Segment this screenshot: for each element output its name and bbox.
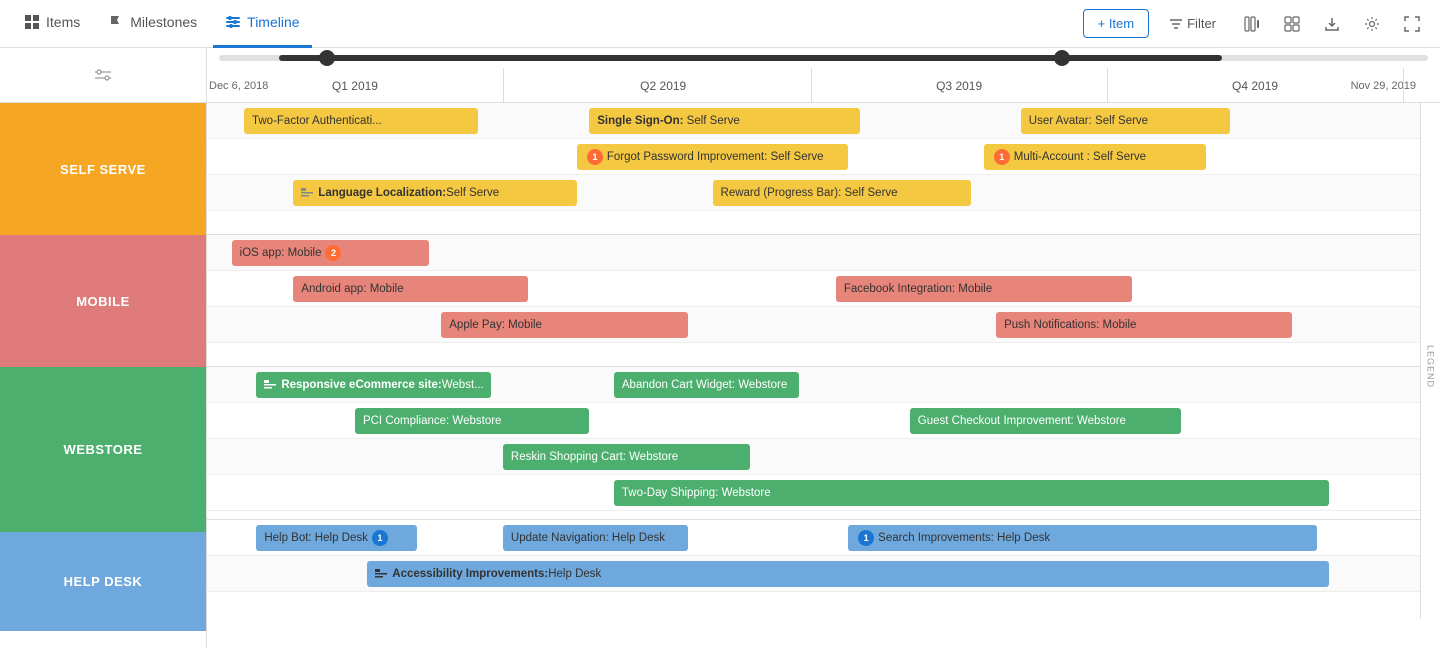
bar-reward-progress[interactable]: Reward (Progress Bar): Self Serve xyxy=(713,180,972,206)
scroll-track xyxy=(219,55,1428,61)
mobile-spacer xyxy=(207,343,1440,367)
q4-divider xyxy=(1403,68,1404,103)
mobile-row-2: Android app: Mobile Facebook Integration… xyxy=(207,271,1440,307)
bar-accessibility[interactable]: Accessibility Improvements: Help Desk xyxy=(367,561,1329,587)
timeline-body: LEGEND Two-Factor Authenticati... Single… xyxy=(207,103,1440,619)
ecommerce-icon xyxy=(264,380,276,390)
bar-facebook[interactable]: Facebook Integration: Mobile xyxy=(836,276,1132,302)
timeline-scrollbar[interactable] xyxy=(207,48,1440,68)
bar-abandon-cart[interactable]: Abandon Cart Widget: Webstore xyxy=(614,372,799,398)
group-label-self-serve: SELF SERVE xyxy=(0,103,206,235)
bar-pci-compliance[interactable]: PCI Compliance: Webstore xyxy=(355,408,589,434)
self-serve-row-2: 1 Forgot Password Improvement: Self Serv… xyxy=(207,139,1440,175)
bar-android-app[interactable]: Android app: Mobile xyxy=(293,276,527,302)
group-label-header xyxy=(0,48,206,103)
help-desk-spacer xyxy=(207,592,1440,619)
end-date-label: Nov 29, 2019 xyxy=(1351,80,1416,92)
settings-button[interactable] xyxy=(1356,8,1388,40)
q4-label: Q4 2019 xyxy=(1232,79,1278,93)
bar-responsive-ecommerce[interactable]: Responsive eCommerce site: Webst... xyxy=(256,372,490,398)
webstore-row-1: Responsive eCommerce site: Webst... Aban… xyxy=(207,367,1440,403)
grid-icon xyxy=(24,14,40,30)
q1-label: Q1 2019 xyxy=(332,79,378,93)
timeline-icon xyxy=(225,14,241,30)
bar-forgot-password[interactable]: 1 Forgot Password Improvement: Self Serv… xyxy=(577,144,848,170)
bar-update-navigation[interactable]: Update Navigation: Help Desk xyxy=(503,525,688,551)
column-settings-icon xyxy=(1244,16,1260,32)
scroll-handle-right[interactable] xyxy=(1054,50,1070,66)
q3-divider xyxy=(1107,68,1108,103)
bar-search-improvements[interactable]: 1 Search Improvements: Help Desk xyxy=(848,525,1317,551)
app-container: Items Milestones Timeline xyxy=(0,0,1440,648)
bar-single-sign-on[interactable]: Single Sign-On: Self Serve xyxy=(589,108,860,134)
webstore-spacer xyxy=(207,511,1440,520)
bar-guest-checkout[interactable]: Guest Checkout Improvement: Webstore xyxy=(910,408,1181,434)
help-desk-row-1: Help Bot: Help Desk 1 Update Navigation:… xyxy=(207,520,1440,556)
legend-label: LEGEND xyxy=(1420,103,1440,619)
export-icon xyxy=(1324,16,1340,32)
self-serve-row-3: Language Localization: Self Serve Reward… xyxy=(207,175,1440,211)
fullscreen-button[interactable] xyxy=(1396,8,1428,40)
q2-divider xyxy=(811,68,812,103)
export-button[interactable] xyxy=(1316,8,1348,40)
column-settings-button[interactable] xyxy=(1236,8,1268,40)
tab-timeline-label: Timeline xyxy=(247,14,299,30)
q3-label: Q3 2019 xyxy=(936,79,982,93)
tab-items[interactable]: Items xyxy=(12,0,92,48)
view-toggle-button[interactable] xyxy=(1276,8,1308,40)
q1-divider xyxy=(503,68,504,103)
add-item-button[interactable]: + Item xyxy=(1083,9,1150,38)
scroll-thumb xyxy=(279,55,1222,61)
q2-label: Q2 2019 xyxy=(640,79,686,93)
group-labels: SELF SERVE MOBILE WEBSTORE HELP DESK xyxy=(0,48,207,648)
self-serve-spacer xyxy=(207,211,1440,235)
bar-reskin-cart[interactable]: Reskin Shopping Cart: Webstore xyxy=(503,444,750,470)
bar-two-day-shipping[interactable]: Two-Day Shipping: Webstore xyxy=(614,480,1329,506)
webstore-row-4: Two-Day Shipping: Webstore xyxy=(207,475,1440,511)
mobile-row-3: Apple Pay: Mobile Push Notifications: Mo… xyxy=(207,307,1440,343)
flag-icon xyxy=(108,14,124,30)
bar-language-localization[interactable]: Language Localization: Self Serve xyxy=(293,180,577,206)
bar-help-bot[interactable]: Help Bot: Help Desk 1 xyxy=(256,525,416,551)
webstore-row-3: Reskin Shopping Cart: Webstore xyxy=(207,439,1440,475)
add-item-label: + Item xyxy=(1098,16,1135,31)
start-date-label: Dec 6, 2018 xyxy=(209,80,268,92)
toolbar: Items Milestones Timeline xyxy=(0,0,1440,48)
help-desk-row-2: Accessibility Improvements: Help Desk xyxy=(207,556,1440,592)
settings-icon xyxy=(1364,16,1380,32)
tab-milestones-label: Milestones xyxy=(130,14,197,30)
scroll-handle-left[interactable] xyxy=(319,50,335,66)
group-label-webstore: WEBSTORE xyxy=(0,367,206,532)
webstore-row-2: PCI Compliance: Webstore Guest Checkout … xyxy=(207,403,1440,439)
tab-items-label: Items xyxy=(46,14,80,30)
timeline-content: Dec 6, 2018 Nov 29, 2019 Q1 2019 Q2 2019… xyxy=(207,48,1440,648)
accessibility-icon xyxy=(375,569,387,579)
bar-push-notifications[interactable]: Push Notifications: Mobile xyxy=(996,312,1292,338)
self-serve-row-1: Two-Factor Authenticati... Single Sign-O… xyxy=(207,103,1440,139)
fullscreen-icon xyxy=(1404,16,1420,32)
bar-two-factor[interactable]: Two-Factor Authenticati... xyxy=(244,108,478,134)
timeline-container: SELF SERVE MOBILE WEBSTORE HELP DESK xyxy=(0,48,1440,648)
filter-label: Filter xyxy=(1187,16,1216,31)
timeline-header: Dec 6, 2018 Nov 29, 2019 Q1 2019 Q2 2019… xyxy=(207,48,1440,103)
view-toggle-icon xyxy=(1284,16,1300,32)
bar-apple-pay[interactable]: Apple Pay: Mobile xyxy=(441,312,688,338)
group-label-mobile: MOBILE xyxy=(0,235,206,367)
filter-button[interactable]: Filter xyxy=(1157,10,1228,37)
tab-timeline[interactable]: Timeline xyxy=(213,0,311,48)
group-label-help-desk: HELP DESK xyxy=(0,532,206,631)
bar-user-avatar[interactable]: User Avatar: Self Serve xyxy=(1021,108,1231,134)
filter-icon xyxy=(1169,17,1183,31)
bar-multi-account[interactable]: 1 Multi-Account : Self Serve xyxy=(984,144,1206,170)
mobile-row-1: iOS app: Mobile 2 xyxy=(207,235,1440,271)
localization-icon xyxy=(301,188,313,198)
timeline-dates: Dec 6, 2018 Nov 29, 2019 Q1 2019 Q2 2019… xyxy=(207,68,1440,103)
bar-ios-app[interactable]: iOS app: Mobile 2 xyxy=(232,240,429,266)
toolbar-right: + Item Filter xyxy=(1083,8,1428,40)
tab-milestones[interactable]: Milestones xyxy=(96,0,209,48)
settings-filter-icon xyxy=(94,66,112,84)
